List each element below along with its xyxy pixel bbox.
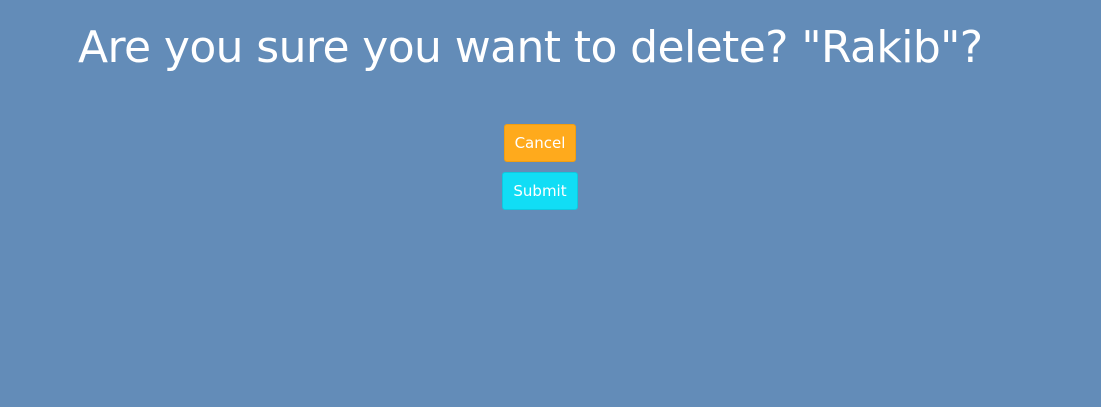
cancel-button[interactable]: Cancel xyxy=(504,124,576,162)
confirmation-title: Are you sure you want to delete? "Rakib"… xyxy=(78,22,983,73)
submit-button[interactable]: Submit xyxy=(502,172,578,210)
delete-confirmation-dialog: Are you sure you want to delete? "Rakib"… xyxy=(0,0,1101,407)
